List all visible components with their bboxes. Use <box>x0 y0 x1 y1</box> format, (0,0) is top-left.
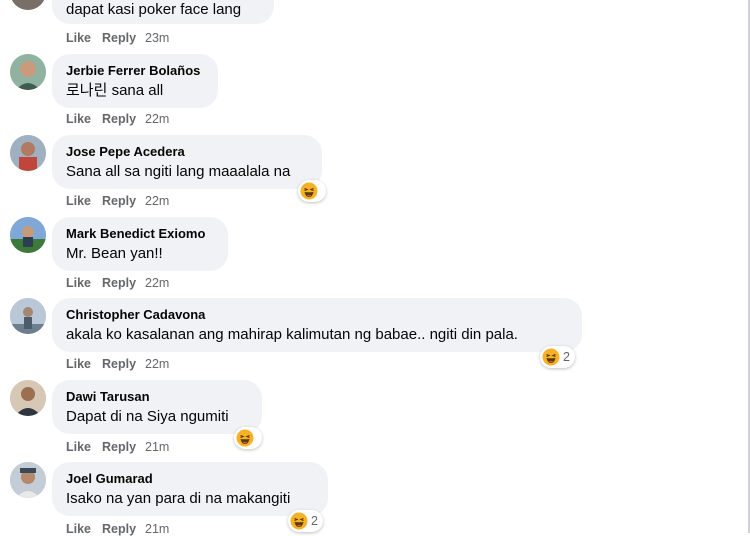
avatar[interactable] <box>10 462 46 498</box>
haha-emoji-icon <box>290 512 308 530</box>
comment-text: Dapat di na Siya ngumiti <box>66 408 229 425</box>
comment-timestamp[interactable]: 22m <box>145 112 169 126</box>
like-button[interactable]: Like <box>66 440 102 454</box>
avatar[interactable] <box>10 298 46 334</box>
comment-timestamp[interactable]: 22m <box>145 276 169 290</box>
reply-button[interactable]: Reply <box>102 440 145 454</box>
comment-bubble: dapat kasi poker face lang <box>52 0 274 24</box>
reaction-badge[interactable]: 2 <box>288 510 323 532</box>
reply-button[interactable]: Reply <box>102 357 145 371</box>
avatar[interactable] <box>10 380 46 416</box>
comment-actions: Like Reply 22m <box>66 276 169 290</box>
like-button[interactable]: Like <box>66 112 102 126</box>
comment-bubble: Christopher Cadavona akala ko kasalanan … <box>52 298 582 352</box>
like-button[interactable]: Like <box>66 31 102 45</box>
reaction-count: 2 <box>311 514 318 528</box>
comment-timestamp[interactable]: 22m <box>145 194 169 208</box>
reaction-badge[interactable] <box>234 427 262 449</box>
comment-timestamp[interactable]: 21m <box>145 522 169 536</box>
reply-button[interactable]: Reply <box>102 31 145 45</box>
comment-timestamp[interactable]: 23m <box>145 31 169 45</box>
commenter-name[interactable]: Mark Benedict Exiomo <box>66 225 216 242</box>
like-button[interactable]: Like <box>66 522 102 536</box>
comment-text: Mr. Bean yan!! <box>66 245 163 262</box>
avatar[interactable] <box>10 135 46 171</box>
comment-text: Isako na yan para di na makangiti <box>66 490 291 507</box>
comment-actions: Like Reply 23m <box>66 31 169 45</box>
like-button[interactable]: Like <box>66 357 102 371</box>
avatar[interactable] <box>10 0 46 10</box>
haha-emoji-icon <box>300 182 318 200</box>
haha-emoji-icon <box>236 429 254 447</box>
reply-button[interactable]: Reply <box>102 194 145 208</box>
reaction-badge[interactable]: 2 <box>540 346 575 368</box>
reply-button[interactable]: Reply <box>102 276 145 290</box>
comment-text: 로나린 sana all <box>66 82 164 99</box>
comment-actions: Like Reply 21m <box>66 522 169 536</box>
comment-timestamp[interactable]: 21m <box>145 440 169 454</box>
comment-bubble: Jose Pepe Acedera Sana all sa ngiti lang… <box>52 135 322 189</box>
comment-text: akala ko kasalanan ang mahirap kalimutan… <box>66 326 518 343</box>
comment-text: dapat kasi poker face lang <box>66 1 242 18</box>
haha-emoji-icon <box>542 348 560 366</box>
comment-actions: Like Reply 22m <box>66 357 169 371</box>
reaction-count: 2 <box>563 350 570 364</box>
like-button[interactable]: Like <box>66 276 102 290</box>
avatar[interactable] <box>10 217 46 253</box>
reply-button[interactable]: Reply <box>102 112 145 126</box>
comment-text: Sana all sa ngiti lang maaalala na <box>66 163 291 180</box>
comment-actions: Like Reply 22m <box>66 194 169 208</box>
reply-button[interactable]: Reply <box>102 522 145 536</box>
comment-bubble: Dawi Tarusan Dapat di na Siya ngumiti <box>52 380 262 434</box>
commenter-name[interactable]: Dawi Tarusan <box>66 388 250 405</box>
commenter-name[interactable]: Jose Pepe Acedera <box>66 143 310 160</box>
comment-timestamp[interactable]: 22m <box>145 357 169 371</box>
reaction-badge[interactable] <box>298 180 326 202</box>
comment-actions: Like Reply 21m <box>66 440 169 454</box>
commenter-name[interactable]: Christopher Cadavona <box>66 306 570 323</box>
comment-bubble: Joel Gumarad Isako na yan para di na mak… <box>52 462 328 516</box>
comment-actions: Like Reply 22m <box>66 112 169 126</box>
like-button[interactable]: Like <box>66 194 102 208</box>
comment-bubble: Jerbie Ferrer Bolaños 로나린 sana all <box>52 54 218 108</box>
avatar[interactable] <box>10 54 46 90</box>
commenter-name[interactable]: Jerbie Ferrer Bolaños <box>66 62 206 79</box>
comment-bubble: Mark Benedict Exiomo Mr. Bean yan!! <box>52 217 228 271</box>
commenter-name[interactable]: Joel Gumarad <box>66 470 316 487</box>
